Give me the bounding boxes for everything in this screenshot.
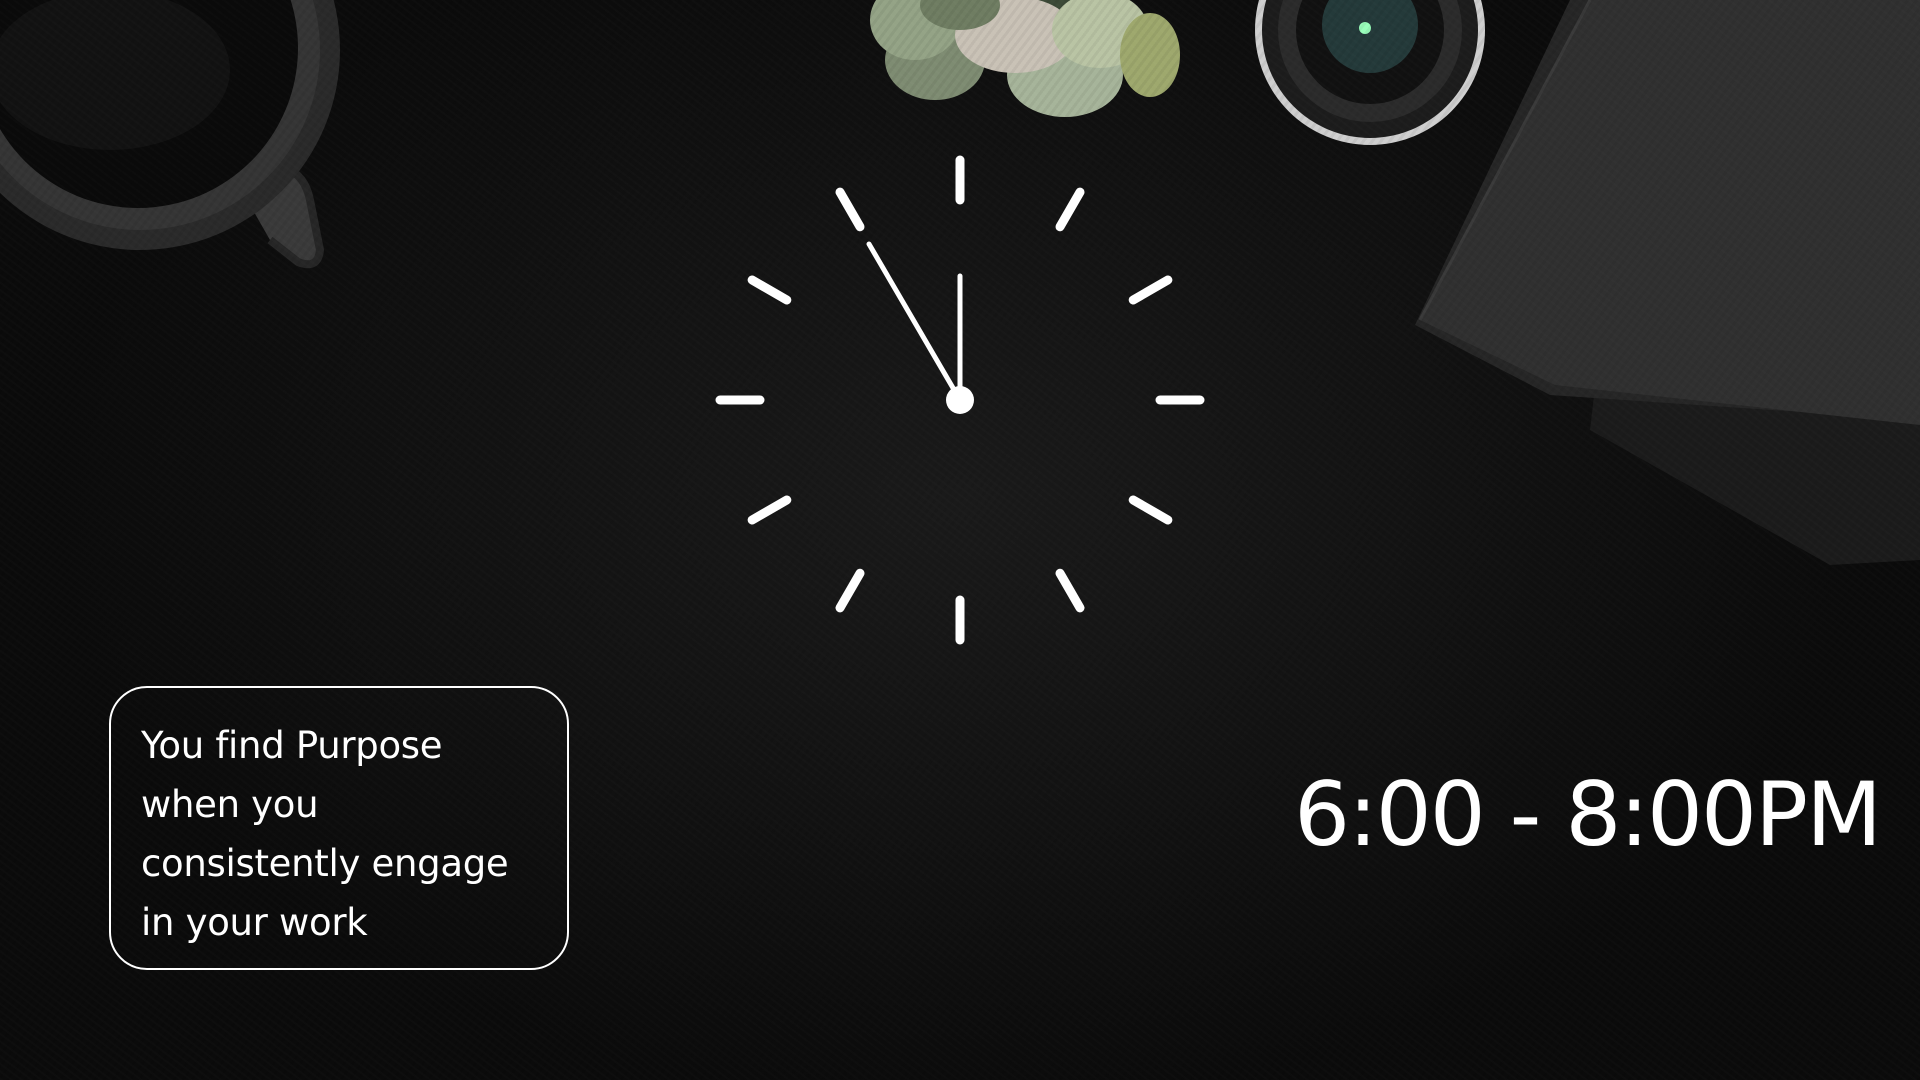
clock-tick-7 [835, 568, 865, 613]
quote-line-2: when you [141, 783, 319, 826]
quote-line-4: in your work [141, 901, 368, 944]
clock-tick-5 [1055, 568, 1085, 613]
clock-tick-11 [835, 187, 865, 232]
quote-line-1: You find Purpose [141, 724, 443, 767]
coffee-mug-image [0, 0, 340, 269]
minute-hand [866, 241, 963, 403]
slide-canvas: You find Purpose when you consistently e… [0, 0, 1920, 1080]
succulent-plant-image [870, 0, 1180, 117]
quote-line-3: consistently engage [141, 842, 509, 885]
clock-tick-4 [1128, 495, 1173, 525]
clock-tick-1 [1055, 187, 1085, 232]
clock-tick-8 [747, 495, 792, 525]
camera-lens-image [1255, 0, 1485, 145]
quote-box: You find Purpose when you consistently e… [109, 686, 569, 970]
time-range-text: 6:00 - 8:00PM [1294, 763, 1882, 866]
clock-graphic [715, 155, 1205, 645]
notebooks-image [1415, 0, 1920, 565]
quote-text: You find Purpose when you consistently e… [141, 716, 537, 952]
clock-tick-2 [1128, 275, 1173, 305]
clock-center-dot [946, 386, 974, 414]
clock-tick-10 [747, 275, 792, 305]
